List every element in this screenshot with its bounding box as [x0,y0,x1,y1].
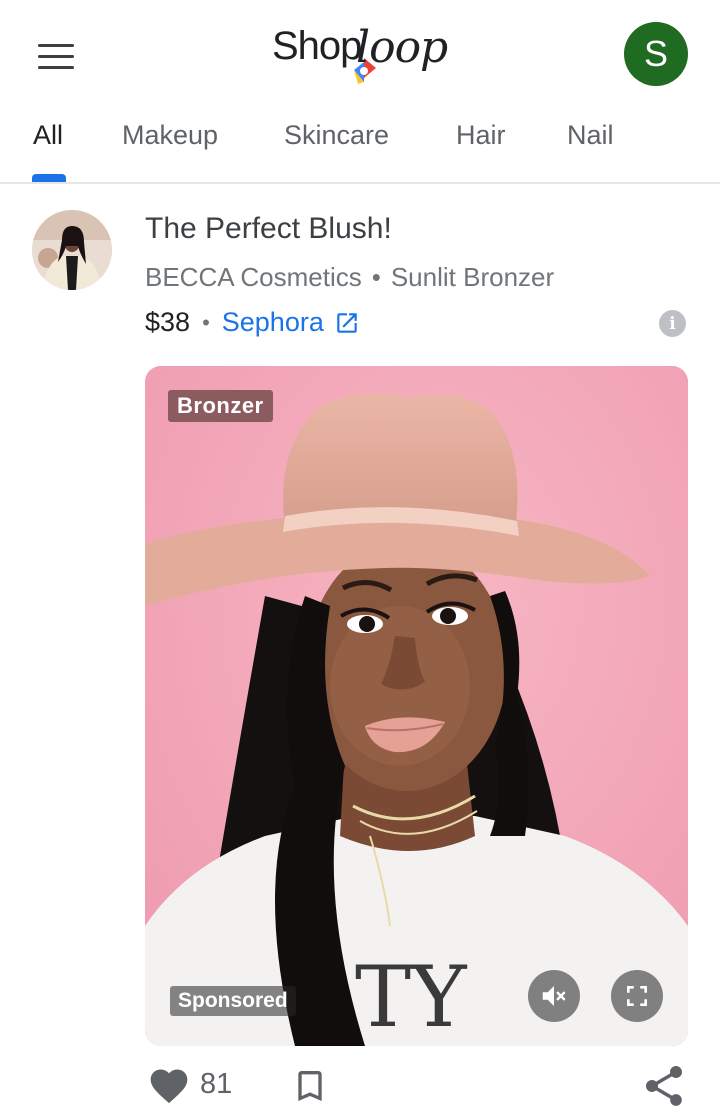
heart-icon[interactable] [147,1064,191,1108]
post-actions: 81 [0,1058,720,1115]
category-tabs: All Makeup Skincare Hair Nail [0,108,720,184]
post-title[interactable]: The Perfect Blush! [145,212,392,246]
tab-makeup[interactable]: Makeup [122,120,218,151]
price: $38 [145,307,191,337]
creator-photo [32,210,112,290]
meta-separator: • [371,262,381,292]
video-frame: TY [145,366,688,1046]
product-meta: BECCA Cosmetics • Sunlit Bronzer [145,262,554,293]
tab-all[interactable]: All [33,120,63,151]
store-link[interactable]: Sephora [222,307,360,338]
mute-icon [542,986,566,1006]
logo-text-shop: Shop [272,24,362,68]
menu-icon[interactable] [30,36,82,76]
top-app-bar: Shop loop S [0,0,720,108]
bookmark-icon[interactable] [290,1064,330,1108]
fullscreen-button[interactable] [611,970,663,1022]
mute-button[interactable] [528,970,580,1022]
price-row: $38 • Sephora [145,307,360,338]
creator-avatar[interactable] [32,210,112,290]
logo-text-loop: loop [356,22,448,73]
like-count: 81 [200,1068,233,1100]
shirt-print: TY [355,948,468,1046]
external-link-icon [337,312,357,333]
account-avatar[interactable]: S [624,22,688,86]
brand-name[interactable]: BECCA Cosmetics [145,262,362,292]
product-tag[interactable]: Bronzer [168,390,273,422]
product-name[interactable]: Sunlit Bronzer [391,262,554,292]
tab-nail[interactable]: Nail [567,120,614,151]
share-icon[interactable] [640,1062,688,1110]
price-separator: • [202,309,210,335]
fullscreen-icon [627,986,647,1006]
tab-hair[interactable]: Hair [456,120,506,151]
active-tab-indicator [32,174,66,182]
sponsored-badge: Sponsored [170,986,296,1016]
tab-skincare[interactable]: Skincare [284,120,389,151]
info-icon[interactable]: i [659,310,686,337]
store-name: Sephora [221,307,324,337]
video-player[interactable]: TY Bronzer Sponsored [145,366,688,1046]
shoploop-logo[interactable]: Shop loop [272,22,452,88]
